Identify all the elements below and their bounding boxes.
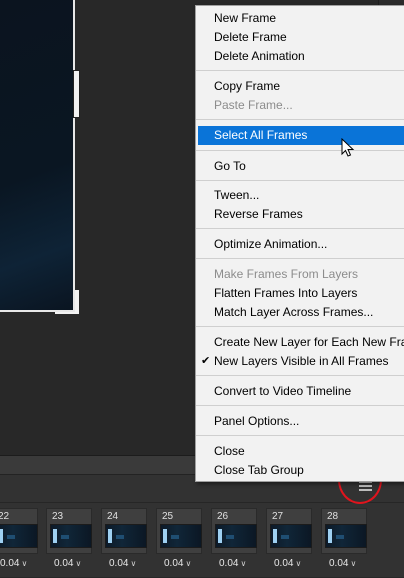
frame-thumbnail[interactable] [160,524,202,548]
frame-thumbnail[interactable] [0,524,38,548]
mouse-pointer-icon [341,138,355,157]
menu-item-convert-to-video-timeline[interactable]: Convert to Video Timeline [196,382,404,401]
menu-item-match-layer-across-frames[interactable]: Match Layer Across Frames... [196,303,404,322]
frame[interactable]: 28 0.04 ∨ [319,508,369,574]
frame-thumbnail[interactable] [270,524,312,548]
frame-delay[interactable]: 0.04 ∨ [329,558,356,569]
menu-item-new-layers-visible[interactable]: ✔ New Layers Visible in All Frames [196,352,404,371]
frame[interactable]: 22 0.04 ∨ [0,508,40,574]
frame-delay[interactable]: 0.04 ∨ [54,558,81,569]
timeline-divider [0,502,404,503]
menu-item-create-new-layer-each-frame[interactable]: Create New Layer for Each New Frame [196,333,404,352]
frame-number: 25 [162,511,174,522]
caret-down-icon[interactable]: ∨ [185,559,191,568]
menu-item-go-to[interactable]: Go To [196,157,404,176]
frame-cell[interactable]: 27 [266,508,312,554]
frame-cell[interactable]: 26 [211,508,257,554]
menu-separator [196,228,404,229]
frame-number: 22 [0,511,10,522]
frame-delay[interactable]: 0.04 ∨ [164,558,191,569]
frame[interactable]: 27 0.04 ∨ [264,508,314,574]
caret-down-icon[interactable]: ∨ [240,559,246,568]
frame-number: 27 [272,511,284,522]
menu-item-close[interactable]: Close [196,442,404,461]
menu-item-tween[interactable]: Tween... [196,186,404,205]
frame-delay[interactable]: 0.04 ∨ [219,558,246,569]
frame-delay[interactable]: 0.04 ∨ [0,558,27,569]
caret-down-icon[interactable]: ∨ [21,559,27,568]
caret-down-icon[interactable]: ∨ [75,559,81,568]
menu-separator [196,119,404,120]
frame-cell[interactable]: 24 [101,508,147,554]
menu-item-panel-options[interactable]: Panel Options... [196,412,404,431]
canvas-bottom-edge [0,310,75,312]
frame-cell[interactable]: 22 [0,508,38,554]
menu-item-flatten-frames-into-layers[interactable]: Flatten Frames Into Layers [196,284,404,303]
menu-separator [196,435,404,436]
frame-thumbnail[interactable] [105,524,147,548]
menu-item-make-frames-from-layers: Make Frames From Layers [214,267,359,281]
frame-cell[interactable]: 28 [321,508,367,554]
menu-separator [196,180,404,181]
menu-item-select-all-frames[interactable]: Select All Frames [198,126,404,145]
caret-down-icon[interactable]: ∨ [130,559,136,568]
frame-delay[interactable]: 0.04 ∨ [109,558,136,569]
frame-thumbnail[interactable] [325,524,367,548]
menu-separator [196,405,404,406]
menu-item-copy-frame[interactable]: Copy Frame [196,77,404,96]
frame[interactable]: 25 0.04 ∨ [154,508,204,574]
menu-item-delete-animation[interactable]: Delete Animation [196,47,404,66]
menu-separator [196,150,404,151]
menu-separator [196,326,404,327]
menu-item-new-frame[interactable]: New Frame [196,9,404,28]
frame-thumbnail[interactable] [50,524,92,548]
menu-separator [196,70,404,71]
frame[interactable]: 24 0.04 ∨ [99,508,149,574]
caret-down-icon[interactable]: ∨ [350,559,356,568]
frame-number: 28 [327,511,339,522]
frame-thumbnail[interactable] [215,524,257,548]
menu-item-close-tab-group[interactable]: Close Tab Group [196,461,404,480]
frame-number: 24 [107,511,119,522]
menu-item-reverse-frames[interactable]: Reverse Frames [196,205,404,224]
frame-delay[interactable]: 0.04 ∨ [274,558,301,569]
menu-separator [196,258,404,259]
frame-cell[interactable]: 25 [156,508,202,554]
menu-item-paste-frame: Paste Frame... [214,98,293,112]
transform-handle-right[interactable] [73,70,80,118]
menu-item-optimize-animation[interactable]: Optimize Animation... [196,235,404,254]
document-canvas-image [0,0,75,312]
frame-strip: 22 0.04∨ 23 0.04∨ 24 0.04∨ 25 0.04∨ [0,508,404,578]
menu-item-label: New Layers Visible in All Frames [214,354,389,368]
frame-number: 23 [52,511,64,522]
caret-down-icon[interactable]: ∨ [295,559,301,568]
frame[interactable]: 23 0.04 ∨ [44,508,94,574]
frame-cell[interactable]: 23 [46,508,92,554]
menu-item-delete-frame[interactable]: Delete Frame [196,28,404,47]
checkmark-icon: ✔ [201,355,211,367]
frame-number: 26 [217,511,229,522]
panel-flyout-menu: New Frame Delete Frame Delete Animation … [195,5,404,482]
frame[interactable]: 26 0.04 ∨ [209,508,259,574]
menu-separator [196,375,404,376]
